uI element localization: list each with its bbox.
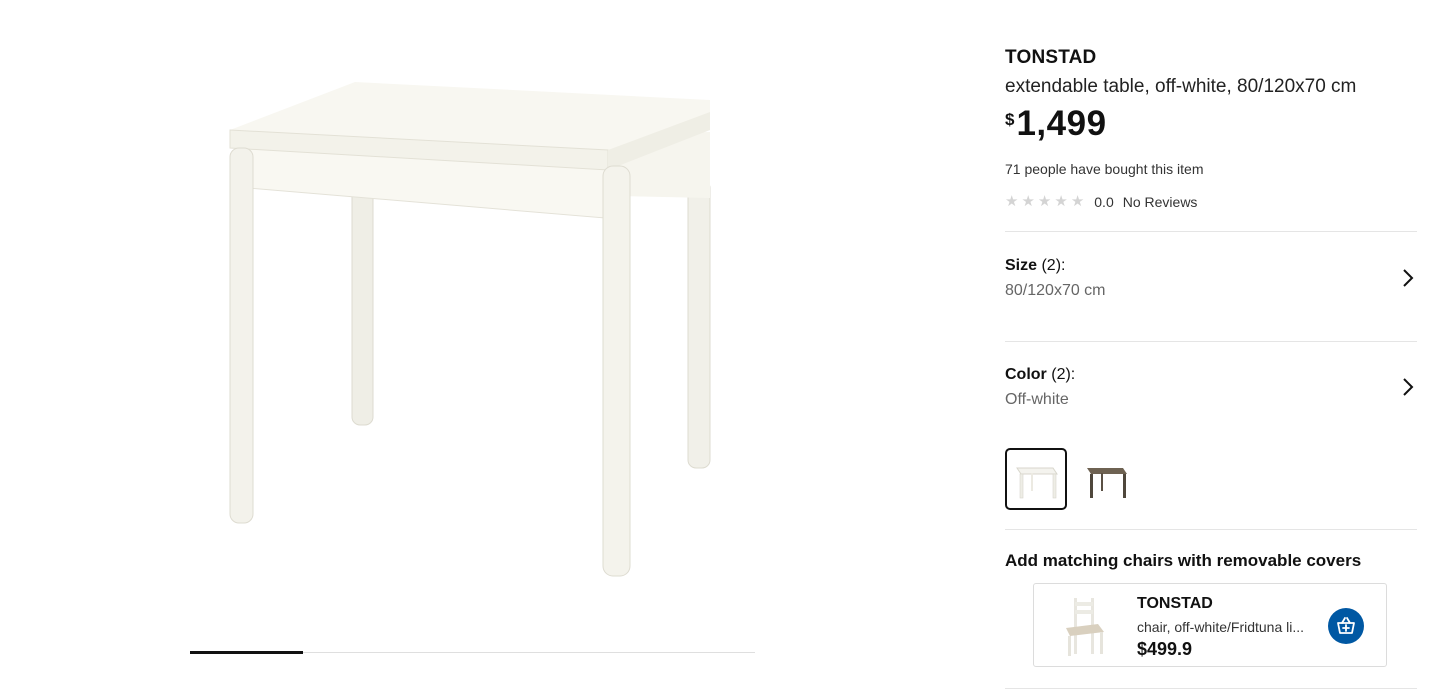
product-image[interactable] xyxy=(190,70,760,590)
color-value: Off-white xyxy=(1005,391,1069,408)
product-gallery xyxy=(0,0,950,690)
divider xyxy=(1005,688,1417,689)
gallery-progress-fill xyxy=(190,651,303,654)
price-currency: $ xyxy=(1005,110,1015,129)
star-icon: ★ xyxy=(1070,193,1085,210)
rating-row[interactable]: ★ ★ ★ ★ ★ 0.0 No Reviews xyxy=(1005,193,1197,211)
star-icon: ★ xyxy=(1005,193,1019,210)
color-count: (2): xyxy=(1051,366,1076,383)
chevron-right-icon xyxy=(1403,269,1414,287)
price-amount: 1,499 xyxy=(1016,104,1107,143)
product-brand: TONSTAD xyxy=(1005,47,1097,68)
rating-stars: ★ ★ ★ ★ ★ xyxy=(1005,193,1084,211)
product-description: extendable table, off-white, 80/120x70 c… xyxy=(1005,76,1357,97)
color-selector[interactable]: Color (2): Off-white xyxy=(1005,366,1417,456)
chair-brand: TONSTAD xyxy=(1137,595,1213,612)
reviews-link[interactable]: No Reviews xyxy=(1123,194,1198,210)
swatch-off-white[interactable] xyxy=(1005,448,1067,510)
chevron-right-icon xyxy=(1403,378,1414,396)
size-value: 80/120x70 cm xyxy=(1005,282,1106,299)
star-icon: ★ xyxy=(1021,193,1035,210)
color-swatches xyxy=(1005,448,1137,510)
product-price: $ 1,499 xyxy=(1005,104,1107,144)
divider xyxy=(1005,231,1417,232)
chair-thumbnail xyxy=(1066,598,1104,656)
size-count: (2): xyxy=(1041,257,1066,274)
divider xyxy=(1005,529,1417,530)
add-to-cart-button[interactable] xyxy=(1328,608,1364,644)
star-icon: ★ xyxy=(1037,193,1052,210)
size-selector[interactable]: Size (2): 80/120x70 cm xyxy=(1005,257,1417,347)
cart-add-icon xyxy=(1337,617,1355,634)
size-label-text: Size xyxy=(1005,257,1038,274)
product-info-panel: TONSTAD extendable table, off-white, 80/… xyxy=(1005,0,1417,690)
color-label-text: Color xyxy=(1005,366,1047,383)
matching-chair-card[interactable]: TONSTAD chair, off-white/Fridtuna li... … xyxy=(1033,583,1387,667)
swatch-brown[interactable] xyxy=(1075,448,1137,510)
gallery-progress[interactable] xyxy=(190,651,755,654)
matching-chairs-title: Add matching chairs with removable cover… xyxy=(1005,551,1362,570)
bought-count-text: 71 people have bought this item xyxy=(1005,161,1204,177)
chair-description: chair, off-white/Fridtuna li... xyxy=(1137,619,1305,635)
star-icon: ★ xyxy=(1054,193,1068,210)
rating-score: 0.0 xyxy=(1094,194,1114,210)
table-thumbnail-icon xyxy=(1087,468,1127,498)
color-label: Color (2): xyxy=(1005,366,1075,384)
size-label: Size (2): xyxy=(1005,257,1065,275)
divider xyxy=(1005,341,1417,342)
chair-price: $499.9 xyxy=(1137,639,1193,659)
table-thumbnail-icon xyxy=(1016,467,1058,499)
